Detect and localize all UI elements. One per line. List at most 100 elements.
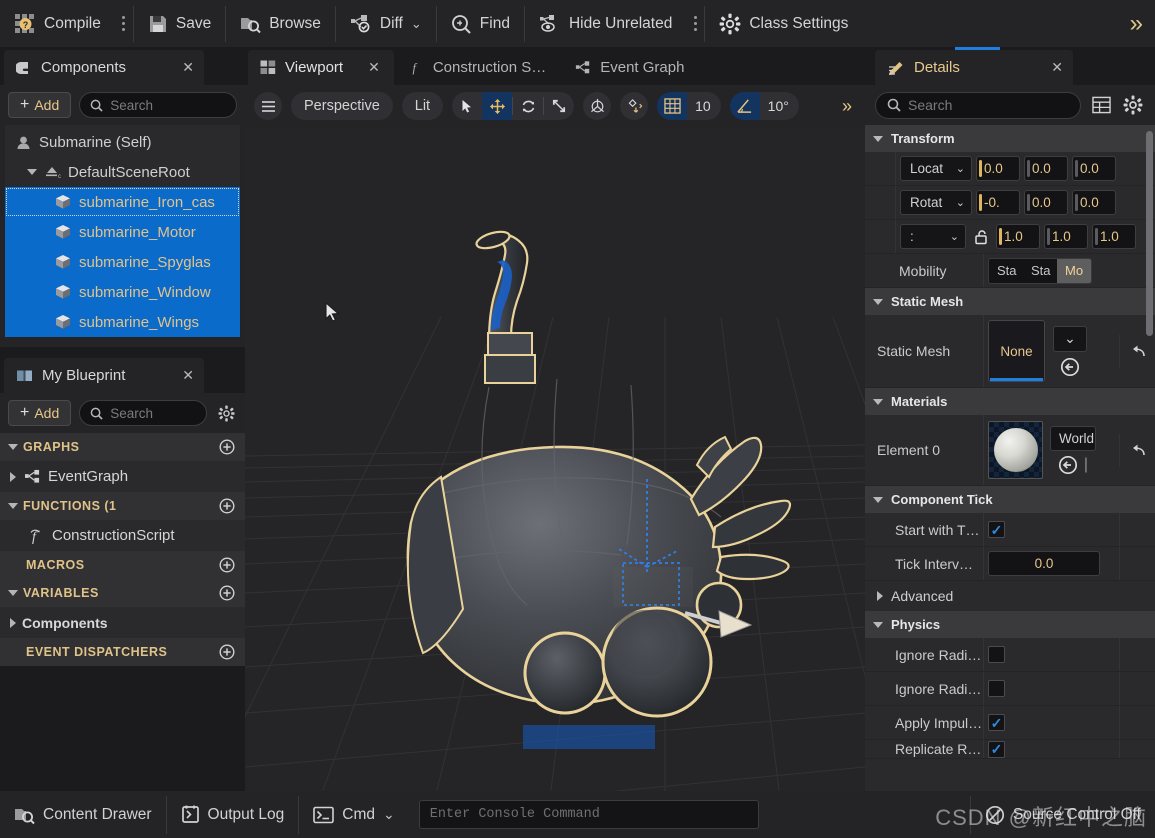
static-mesh-reset[interactable] [1119,334,1155,368]
myblueprint-search-input[interactable]: Search [79,400,207,426]
chevron-down-icon[interactable] [8,503,18,509]
camera-mode-button[interactable]: Perspective [291,92,393,120]
grid-snap-toggle[interactable] [657,92,688,120]
section-event-dispatchers[interactable]: EVENT DISPATCHERS [0,638,245,666]
chevron-right-icon[interactable] [10,471,16,482]
section-macros[interactable]: MACROS [0,551,245,579]
close-icon[interactable]: ✕ [164,367,194,384]
grid-snap-value[interactable]: 10 [687,92,721,120]
rotation-x-input[interactable]: -0. [976,190,1020,215]
item-event-graph[interactable]: EventGraph [0,461,245,492]
chevron-down-icon[interactable] [873,135,883,142]
rotation-y-input[interactable]: 0.0 [1024,190,1068,215]
close-icon[interactable]: ✕ [164,59,194,76]
close-icon[interactable]: ✕ [1021,59,1063,76]
view-mode-button[interactable]: Lit [401,92,444,120]
section-variables[interactable]: VARIABLES [0,579,245,607]
source-control-button[interactable]: Source Control Off [971,791,1155,838]
angle-snap-value[interactable]: 10° [760,92,799,120]
rotation-z-input[interactable]: 0.0 [1072,190,1116,215]
rotation-combo[interactable]: Rotat ⌄ [900,190,972,215]
static-mesh-asset-box[interactable]: None [988,320,1045,382]
browse-asset-icon[interactable] [1060,357,1080,377]
item-construction-script[interactable]: f ConstructionScript [0,520,245,551]
coordinate-system-button[interactable] [583,92,612,120]
chevron-down-icon[interactable] [873,398,883,405]
tree-row[interactable]: c DefaultSceneRoot [5,157,240,187]
viewport-canvas[interactable]: Z X [245,127,865,791]
toolbar-overflow-button[interactable]: » [1130,0,1155,47]
scale-y-input[interactable]: 1.0 [1044,224,1088,249]
diff-button[interactable]: Diff ⌄ [336,0,436,47]
add-graph-button[interactable] [219,439,235,455]
material-asset-button[interactable]: World [1050,425,1096,451]
myblueprint-add-button[interactable]: + Add [8,400,72,426]
surface-snapping-button[interactable] [620,92,649,120]
chevron-down-icon[interactable] [8,444,18,450]
hide-unrelated-options-button[interactable] [686,0,704,47]
mobility-option-stationary[interactable]: Sta [1023,259,1057,283]
viewport-toolbar-overflow-button[interactable]: » [842,96,856,117]
tree-row[interactable]: submarine_Motor [5,217,240,247]
chevron-down-icon[interactable] [873,496,883,503]
tree-row[interactable]: submarine_Wings [5,307,240,337]
tab-event-graph[interactable]: Event Graph [563,50,698,85]
add-macro-button[interactable] [219,557,235,573]
scale-tool-button[interactable] [544,92,574,120]
start-with-tick-checkbox[interactable] [988,521,1005,538]
static-mesh-dropdown-button[interactable]: ⌄ [1053,325,1087,352]
details-search-input[interactable]: Search [875,91,1081,119]
sphere-thumbnail[interactable] [988,421,1043,479]
category-materials[interactable]: Materials [865,388,1155,415]
find-button[interactable]: Find [437,0,524,47]
category-component-tick[interactable]: Component Tick [865,486,1155,513]
output-log-button[interactable]: Output Log [167,791,299,838]
select-tool-button[interactable] [452,92,482,120]
scale-combo[interactable]: : ⌄ [900,224,966,249]
location-x-input[interactable]: 0.0 [976,156,1020,181]
tab-construction-script[interactable]: f Construction S… [397,50,560,85]
components-add-button[interactable]: + Add [8,92,72,118]
compile-button[interactable]: ? Compile [0,0,115,47]
details-scrollbar[interactable] [1146,131,1153,336]
tree-row[interactable]: submarine_Spyglas [5,247,240,277]
chevron-down-icon[interactable] [873,621,883,628]
move-tool-button[interactable] [482,92,513,120]
compile-options-button[interactable] [115,0,133,47]
location-z-input[interactable]: 0.0 [1072,156,1116,181]
scale-lock-icon[interactable] [970,229,992,245]
tick-interval-input[interactable]: 0.0 [988,551,1100,576]
section-functions[interactable]: FUNCTIONS (1 [0,492,245,520]
tab-components[interactable]: Components ✕ [4,50,204,85]
mobility-option-static[interactable]: Sta [989,259,1023,283]
content-drawer-button[interactable]: Content Drawer [0,791,166,838]
tree-row[interactable]: Submarine (Self) [5,127,240,157]
chevron-down-icon[interactable] [873,298,883,305]
tree-row[interactable]: submarine_Iron_cas [5,187,240,217]
tab-details[interactable]: Details ✕ [875,50,1073,85]
item-components-category[interactable]: Components [0,607,245,638]
rotate-tool-button[interactable] [513,92,543,120]
gear-icon[interactable] [1121,93,1145,117]
myblueprint-settings-button[interactable] [215,402,237,424]
category-static-mesh[interactable]: Static Mesh [865,288,1155,315]
submarine-mesh[interactable] [245,127,865,791]
scale-z-input[interactable]: 1.0 [1092,224,1136,249]
tab-my-blueprint[interactable]: My Blueprint ✕ [4,358,204,393]
chevron-down-icon[interactable] [8,590,18,596]
chevron-down-icon[interactable] [27,169,37,175]
replicate-physics-checkbox[interactable] [988,740,1005,758]
class-settings-button[interactable]: Class Settings [705,0,862,47]
table-view-icon[interactable] [1089,93,1113,117]
viewport-menu-button[interactable] [254,92,282,120]
components-search-input[interactable]: Search [79,92,237,118]
add-event-dispatcher-button[interactable] [219,644,235,660]
close-icon[interactable]: ✕ [368,59,380,76]
add-function-button[interactable] [219,498,235,514]
details-scroll-area[interactable]: Transform Locat ⌄ 0.0 0.0 0.0 Rotat ⌄ -0… [865,125,1155,791]
apply-impulse-checkbox[interactable] [988,714,1005,731]
angle-snap-toggle[interactable] [729,92,760,120]
category-transform[interactable]: Transform [865,125,1155,152]
location-y-input[interactable]: 0.0 [1024,156,1068,181]
mobility-option-movable[interactable]: Mo [1057,258,1091,283]
